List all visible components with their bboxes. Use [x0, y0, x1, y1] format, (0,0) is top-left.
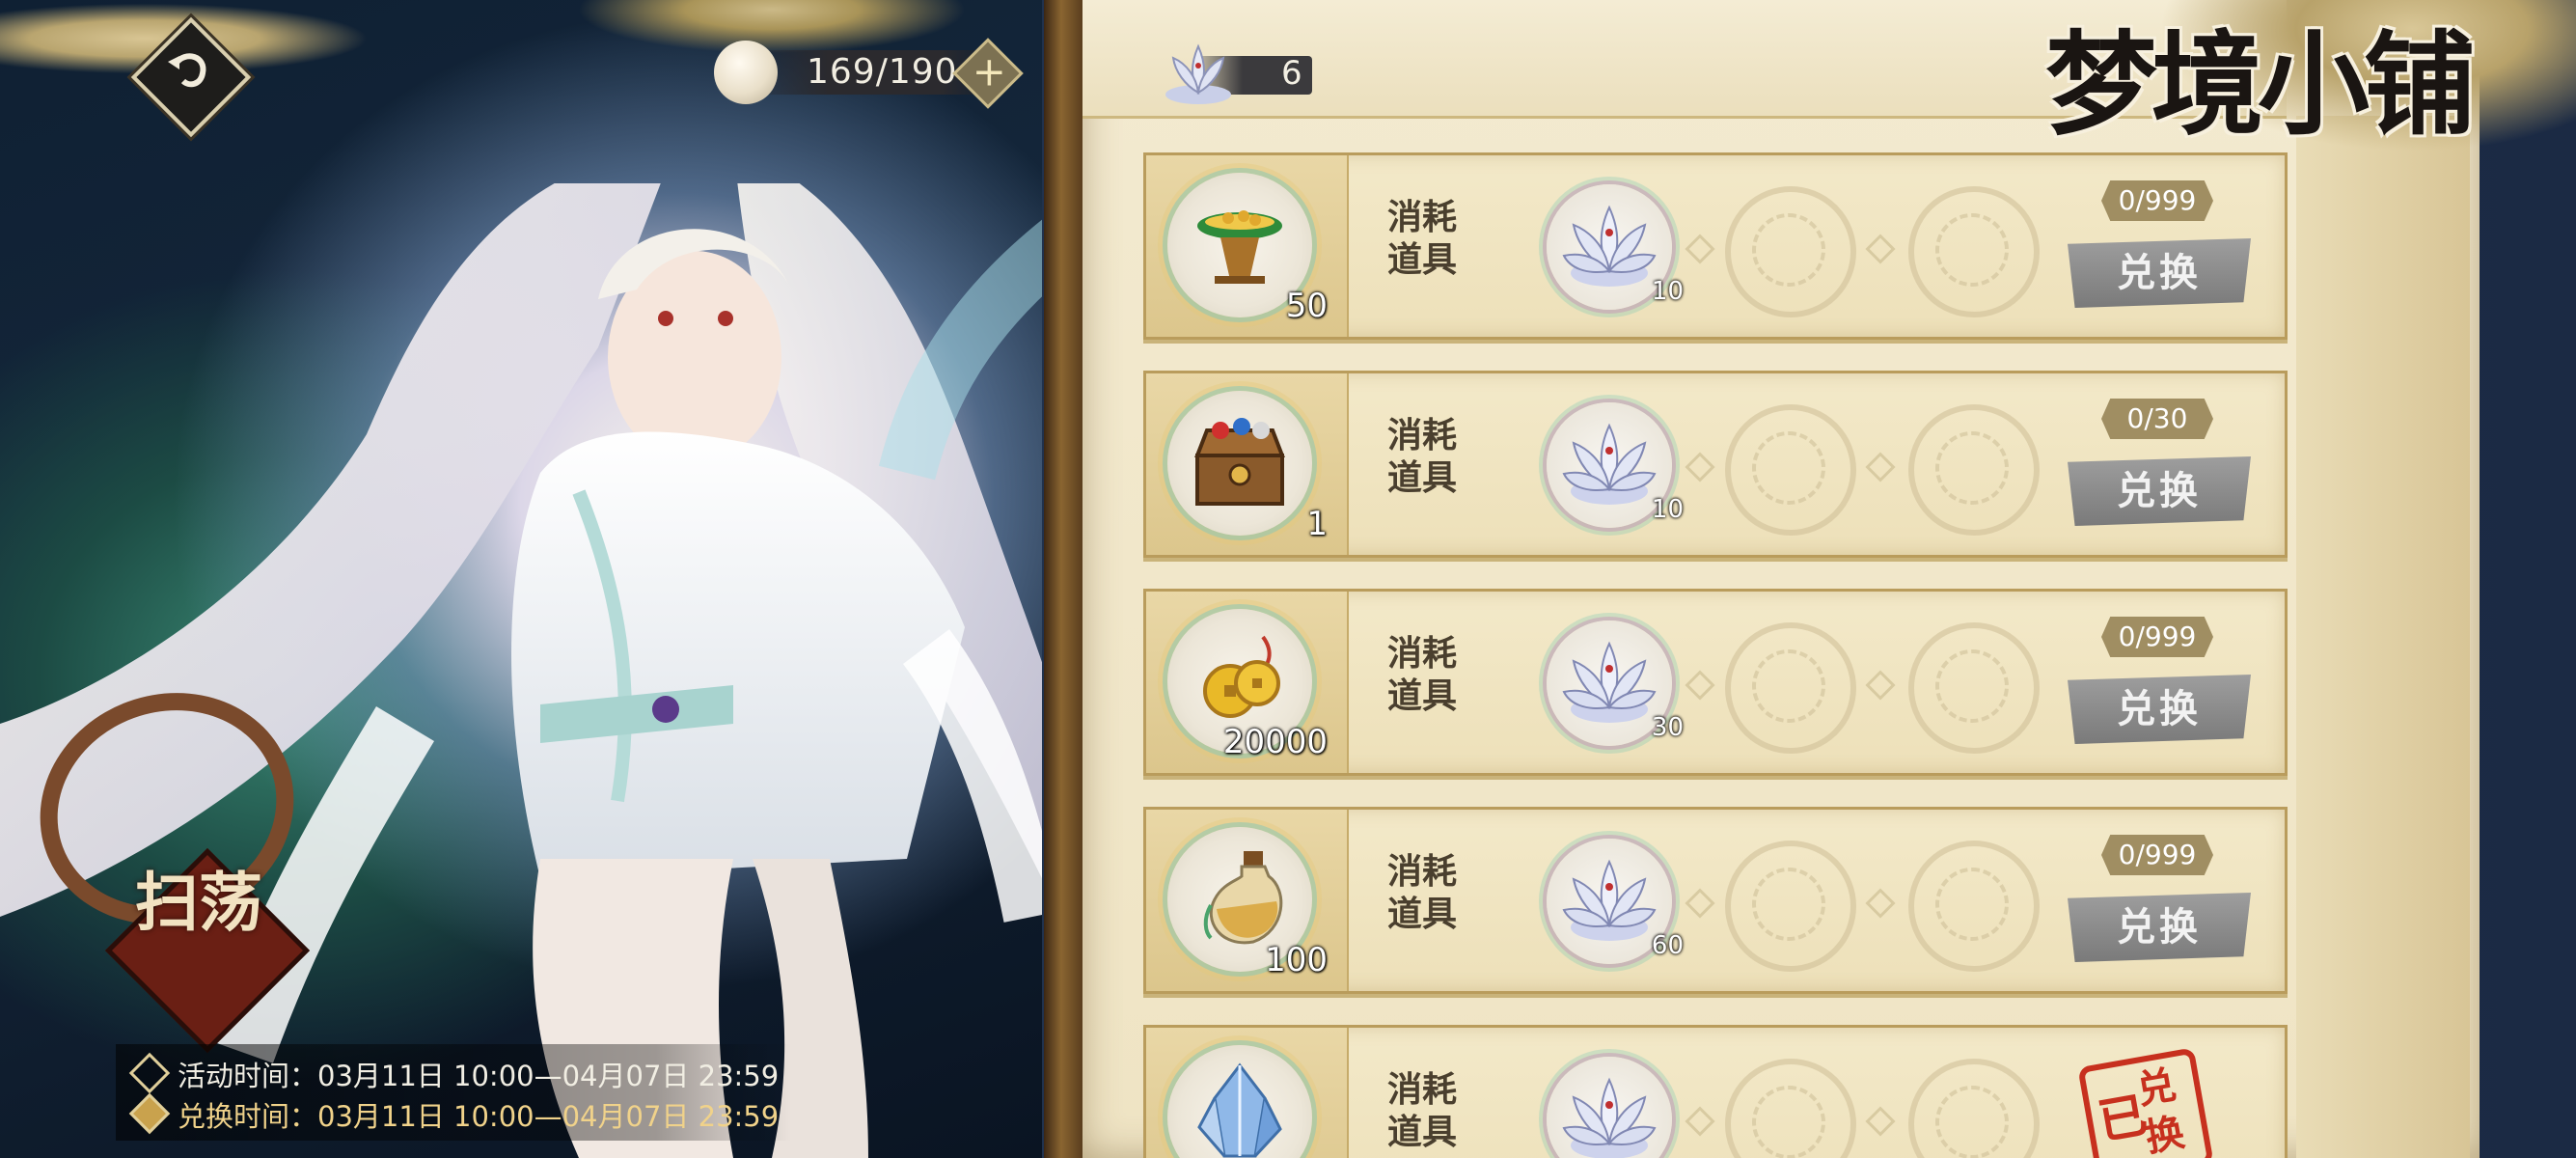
treasure-chest-icon — [1194, 418, 1285, 506]
event-times: 活动时间：03月11日 10:00—04月07日 23:59 兑换时间：03月1… — [116, 1044, 791, 1141]
cost-amount: 60 — [1651, 931, 1684, 960]
shop-item-row: 消耗 道具 已 兑换 — [1143, 1025, 2288, 1158]
empty-cost-slot — [1908, 186, 2040, 317]
cost-slot[interactable]: 60 — [1547, 839, 1684, 964]
separator-diamond — [1865, 1106, 1896, 1137]
exchange-limit-badge: 0/30 — [2101, 399, 2213, 439]
exchange-time-text: 兑换时间：03月11日 10:00—04月07日 23:59 — [178, 1100, 780, 1133]
item-category: 消耗 道具 — [1387, 197, 1458, 280]
separator-diamond — [1685, 1106, 1715, 1137]
stamina-value: 169/190 — [807, 52, 958, 92]
lotus-flower-icon — [1562, 641, 1657, 723]
shop-item-row: 50 消耗 道具 10 0/999 兑换 — [1143, 152, 2288, 340]
separator-diamond — [1865, 888, 1896, 919]
back-arrow-icon — [168, 53, 206, 88]
empty-cost-slot — [1908, 404, 2040, 536]
item-quantity: 20000 — [1222, 723, 1328, 761]
exchange-button[interactable]: 兑换 — [2068, 893, 2251, 962]
lotus-flower-icon — [1562, 205, 1657, 287]
cost-slot[interactable]: 30 — [1547, 620, 1684, 746]
exchange-limit-badge: 0/999 — [2101, 617, 2213, 657]
separator-diamond — [1865, 670, 1896, 701]
empty-cost-slot — [1908, 622, 2040, 754]
empty-cost-slot — [1725, 404, 1856, 536]
lotus-flower-icon — [1165, 43, 1231, 104]
item-category: 消耗 道具 — [1387, 415, 1458, 498]
shop-item-row: 1 消耗 道具 10 0/30 兑换 — [1143, 371, 2288, 558]
cost-amount: 10 — [1651, 277, 1684, 306]
separator-diamond — [1685, 670, 1715, 701]
item-quantity: 1 — [1306, 505, 1328, 543]
item-icon-frame[interactable] — [1167, 391, 1312, 536]
separator-diamond — [1685, 888, 1715, 919]
empty-cost-slot — [1908, 1059, 2040, 1158]
activity-time-text: 活动时间：03月11日 10:00—04月07日 23:59 — [178, 1060, 780, 1092]
exchange-limit-badge: 0/999 — [2101, 835, 2213, 875]
cost-slot[interactable]: 10 — [1547, 402, 1684, 528]
parchment-edge — [2296, 116, 2470, 1158]
sweep-label: 扫荡 — [135, 865, 262, 940]
empty-cost-slot — [1908, 841, 2040, 972]
cost-amount: 10 — [1651, 495, 1684, 524]
exchange-button[interactable]: 兑换 — [2068, 456, 2251, 526]
diamond-bullet-icon — [128, 1092, 171, 1135]
currency-count: 6 — [1281, 54, 1302, 93]
exchanged-stamp: 已 兑换 — [2077, 1047, 2214, 1158]
shop-title: 梦境小铺 — [2045, 19, 2476, 151]
empty-cost-slot — [1725, 622, 1856, 754]
shop-item-row: 20000 消耗 道具 30 0/999 兑换 — [1143, 589, 2288, 776]
lotus-flower-icon — [1562, 859, 1657, 941]
stamina-gem-icon — [714, 41, 778, 104]
lotus-flower-icon — [1562, 423, 1657, 505]
plus-icon: + — [972, 47, 1007, 96]
stamina-counter: 169/190 + — [714, 38, 1032, 109]
cost-slot[interactable] — [1547, 1057, 1672, 1158]
separator-diamond — [1865, 234, 1896, 264]
item-category: 消耗 道具 — [1387, 851, 1458, 934]
exchange-limit-badge: 0/999 — [2101, 180, 2213, 221]
back-button[interactable] — [130, 16, 252, 138]
potion-bottle-icon — [1203, 851, 1283, 945]
dream-currency-counter: 6 — [1158, 37, 1322, 114]
item-icon-frame[interactable] — [1167, 1045, 1312, 1158]
exchange-button[interactable]: 兑换 — [2068, 675, 2251, 744]
item-quantity: 50 — [1285, 287, 1328, 325]
sweep-button[interactable]: 扫荡 — [7, 657, 327, 1062]
separator-diamond — [1865, 452, 1896, 482]
item-icon-panel: 20000 — [1146, 592, 1349, 773]
item-category: 消耗 道具 — [1387, 633, 1458, 716]
exchange-button[interactable]: 兑换 — [2068, 238, 2251, 308]
green-bowl-of-coins-icon — [1197, 210, 1282, 284]
item-icon-panel — [1146, 1028, 1349, 1158]
empty-cost-slot — [1725, 186, 1856, 317]
separator-diamond — [1685, 234, 1715, 264]
exchange-time-row: 兑换时间：03月11日 10:00—04月07日 23:59 — [128, 1092, 780, 1135]
item-icon-panel: 1 — [1146, 373, 1349, 555]
activity-time-row: 活动时间：03月11日 10:00—04月07日 23:59 — [128, 1052, 780, 1094]
cost-slot[interactable]: 10 — [1547, 184, 1684, 310]
item-icon-panel: 50 — [1146, 155, 1349, 337]
empty-cost-slot — [1725, 1059, 1856, 1158]
empty-cost-slot — [1725, 841, 1856, 972]
blue-crystal-icon — [1197, 1062, 1282, 1158]
separator-diamond — [1685, 452, 1715, 482]
character-art-panel: 169/190 + 扫荡 活动时间：03月11日 10:00—04月07日 23… — [0, 0, 1061, 1158]
lotus-flower-icon — [1562, 1077, 1657, 1158]
diamond-bullet-icon — [128, 1052, 171, 1094]
shop-item-row: 100 消耗 道具 60 0/999 兑换 — [1143, 807, 2288, 994]
scroll-rod — [1044, 0, 1082, 1158]
add-stamina-button[interactable]: + — [952, 38, 1024, 109]
cost-amount: 30 — [1651, 713, 1684, 742]
item-category: 消耗 道具 — [1387, 1069, 1458, 1152]
gold-coins-icon — [1203, 635, 1280, 718]
item-quantity: 100 — [1265, 941, 1328, 979]
item-icon-panel: 100 — [1146, 810, 1349, 991]
